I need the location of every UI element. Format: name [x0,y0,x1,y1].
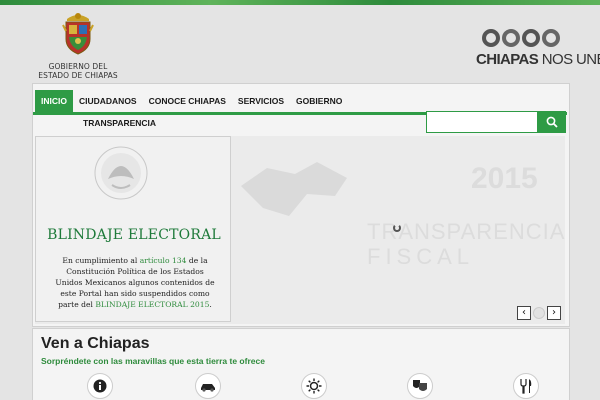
slide-bg-year: 2015 [471,162,538,195]
logo-line-2: ESTADO DE CHIAPAS [38,71,118,80]
slider-dot[interactable] [533,307,545,319]
blindaje-link[interactable]: BLINDAJE ELECTORAL 2015 [95,300,209,309]
map-shape-icon [241,162,347,216]
brand-bold: CHIAPAS [476,51,539,68]
nav-servicios[interactable]: SERVICIOS [232,90,290,112]
blindaje-notice: BLINDAJE ELECTORAL En cumplimiento al ar… [35,136,231,322]
national-seal-icon [94,146,148,200]
site-header: GOBIERNO DEL ESTADO DE CHIAPAS CHIAPAS N… [0,5,600,83]
slide-bg-word-2: FISCAL [367,244,475,269]
main-panel: INICIO CIUDADANOS CONOCE CHIAPAS SERVICI… [32,83,570,327]
ven-a-chiapas-section: Ven a Chiapas Sorpréndete con las maravi… [32,328,570,400]
sun-icon[interactable] [301,373,327,399]
search-icon [546,116,558,128]
slide-bg-word-1: TRANSPARENCIA [367,219,565,244]
chiapas-nos-une-brand[interactable]: CHIAPAS NOS UNE [476,29,600,68]
notice-body: En cumplimiento al artículo 134 de la Co… [55,256,215,309]
section-title: Ven a Chiapas [41,335,150,352]
slider-controls: ‹ › [517,306,561,320]
search-form [426,111,566,133]
search-input[interactable] [426,111,538,133]
info-icon[interactable] [87,373,113,399]
loading-spinner-icon [393,224,401,232]
notice-title: BLINDAJE ELECTORAL [47,227,221,243]
articulo-134-link[interactable]: artículo 134 [140,256,187,265]
section-subtitle: Sorpréndete con las maravillas que esta … [41,356,265,366]
nav-inicio[interactable]: INICIO [35,90,73,112]
car-icon[interactable] [195,373,221,399]
brand-light: NOS UNE [541,51,600,68]
coat-of-arms-icon [62,13,94,55]
prev-arrow-icon[interactable]: ‹ [517,306,531,320]
nav-gobierno[interactable]: GOBIERNO [290,90,348,112]
hero-slider: 2015 TRANSPARENCIA FISCAL BLINDAJE ELECT… [35,136,565,324]
logo-line-1: GOBIERNO DEL [48,62,108,71]
next-arrow-icon[interactable]: › [547,306,561,320]
search-button[interactable] [538,111,566,133]
nav-transparencia[interactable]: TRANSPARENCIA [77,116,162,130]
nav-ciudadanos[interactable]: CIUDADANOS [73,90,143,112]
slide-image: 2015 TRANSPARENCIA FISCAL [231,136,565,324]
rings-logo-icon [476,29,566,47]
main-nav: INICIO CIUDADANOS CONOCE CHIAPAS SERVICI… [35,88,348,114]
nav-conoce-chiapas[interactable]: CONOCE CHIAPAS [143,90,232,112]
theater-masks-icon[interactable] [407,373,433,399]
fork-knife-icon[interactable] [513,373,539,399]
nav-row-2: TRANSPARENCIA [77,116,162,130]
government-logo[interactable]: GOBIERNO DEL ESTADO DE CHIAPAS [28,11,128,80]
